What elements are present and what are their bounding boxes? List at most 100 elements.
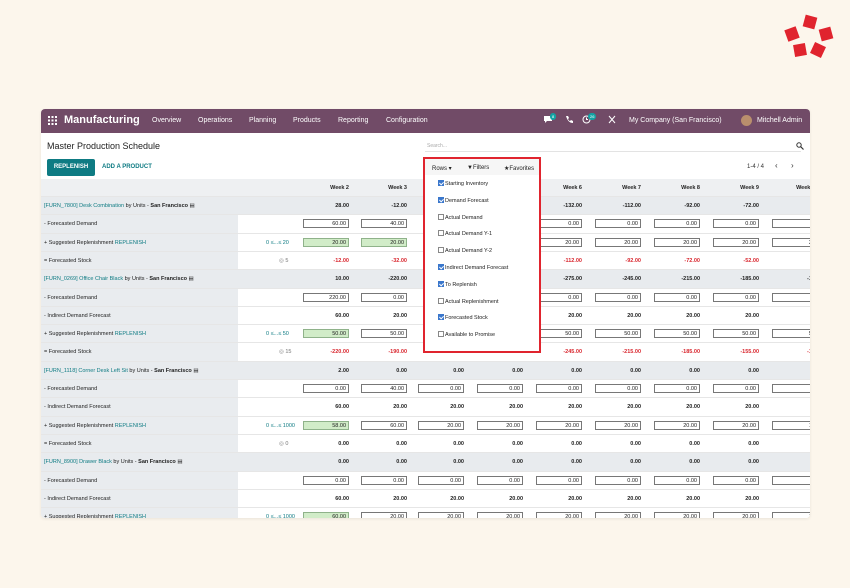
quantity-input[interactable]: 0.00 — [713, 219, 759, 229]
search-input[interactable]: Search... — [427, 143, 447, 149]
quantity-input[interactable]: 0.00 — [418, 475, 464, 485]
quantity-input[interactable]: 20.00 — [713, 237, 759, 247]
replenish-button[interactable]: REPLENISH — [47, 159, 95, 176]
quantity-input[interactable]: 20 — [772, 237, 810, 247]
row-replenish-link[interactable]: REPLENISH — [115, 331, 146, 337]
product-code[interactable]: [FURN_7800] — [44, 203, 78, 209]
quantity-input[interactable]: 20.00 — [361, 237, 407, 247]
quantity-input[interactable]: 60.00 — [361, 420, 407, 430]
row-replenish-link[interactable]: REPLENISH — [115, 514, 146, 518]
menu-reporting[interactable]: Reporting — [338, 117, 368, 124]
pager-value[interactable]: 1-4 / 4 — [747, 164, 764, 170]
product-name[interactable]: Desk Combination — [79, 203, 124, 209]
min-max-range[interactable]: 0 ≤...≤ 50 — [266, 331, 289, 337]
menu-operations[interactable]: Operations — [198, 117, 232, 124]
menu-planning[interactable]: Planning — [249, 117, 276, 124]
quantity-input[interactable]: 0.00 — [303, 475, 349, 485]
quantity-input[interactable]: 0.00 — [654, 219, 700, 229]
quantity-input[interactable]: 20.00 — [654, 512, 700, 518]
quantity-input[interactable]: 0 — [772, 384, 810, 393]
quantity-input[interactable]: 0.00 — [595, 475, 641, 485]
quantity-input[interactable]: 50.00 — [654, 329, 700, 339]
quantity-input[interactable]: 20.00 — [477, 512, 523, 518]
quantity-input[interactable]: 60.00 — [303, 219, 349, 229]
product-name[interactable]: Drawer Black — [79, 459, 112, 465]
search-icon[interactable] — [796, 142, 804, 150]
quantity-input[interactable]: 20.00 — [713, 512, 759, 518]
row-replenish-link[interactable]: REPLENISH — [115, 240, 146, 246]
rows-dropdown-favorites-button[interactable]: ★Favorites — [504, 165, 534, 172]
quantity-input[interactable]: 17 — [772, 420, 810, 430]
quantity-input[interactable]: 0.00 — [418, 384, 464, 393]
product-label[interactable]: [FURN_8900] Drawer Black by Units - San … — [44, 459, 183, 465]
quantity-input[interactable]: 0.00 — [713, 384, 759, 393]
checkbox[interactable] — [438, 213, 444, 220]
quantity-input[interactable]: 20.00 — [654, 237, 700, 247]
quantity-input[interactable]: 0.00 — [654, 384, 700, 393]
checkbox[interactable] — [438, 264, 444, 270]
quantity-input[interactable]: 50.00 — [713, 329, 759, 339]
quantity-input[interactable]: 0.00 — [595, 384, 641, 393]
quantity-input[interactable]: 0.00 — [595, 219, 641, 229]
product-code[interactable]: [FURN_8900] — [44, 459, 78, 465]
checkbox[interactable] — [438, 314, 444, 321]
quantity-input[interactable]: 0.00 — [536, 384, 582, 393]
quantity-input[interactable]: 20.00 — [654, 420, 700, 430]
apps-grid-icon[interactable] — [48, 116, 57, 125]
user-menu[interactable]: Mitchell Admin — [757, 117, 802, 124]
min-max-range[interactable]: 0 ≤...≤ 20 — [266, 240, 289, 246]
quantity-input[interactable]: 40.00 — [361, 219, 407, 229]
quantity-input[interactable]: 20.00 — [595, 420, 641, 430]
checkbox[interactable] — [438, 180, 444, 186]
quantity-input[interactable]: 50.00 — [536, 329, 582, 339]
product-detail-icon[interactable]: ▤ — [193, 368, 198, 374]
quantity-input[interactable]: 50.00 — [361, 329, 407, 339]
quantity-input[interactable]: 0.00 — [477, 475, 523, 485]
quantity-input[interactable]: 20.00 — [536, 420, 582, 430]
product-code[interactable]: [FURN_0269] — [44, 276, 78, 282]
row-replenish-link[interactable]: REPLENISH — [115, 423, 146, 429]
product-label[interactable]: [FURN_1118] Corner Desk Left Sit by Unit… — [44, 368, 199, 374]
quantity-input[interactable]: 0 — [772, 219, 810, 229]
quantity-input[interactable]: 60.00 — [303, 512, 349, 518]
pager-previous-button[interactable]: ‹ — [775, 161, 778, 170]
quantity-input[interactable]: 0.00 — [536, 475, 582, 485]
add-product-button[interactable]: ADD A PRODUCT — [102, 164, 152, 170]
quantity-input[interactable]: 50.00 — [595, 329, 641, 339]
min-max-range[interactable]: 0 ≤...≤ 1000 — [266, 423, 295, 429]
quantity-input[interactable]: 20.00 — [361, 512, 407, 518]
user-avatar[interactable] — [741, 115, 752, 126]
product-name[interactable]: Office Chair Black — [79, 276, 123, 282]
quantity-input[interactable]: 20.00 — [536, 512, 582, 518]
pager-next-button[interactable]: › — [791, 161, 794, 170]
quantity-input[interactable]: 20.00 — [477, 420, 523, 430]
quantity-input[interactable]: 20.00 — [418, 420, 464, 430]
checkbox[interactable] — [438, 331, 444, 338]
quantity-input[interactable]: 50.00 — [303, 329, 349, 339]
company-switcher[interactable]: My Company (San Francisco) — [629, 117, 722, 124]
phone-icon[interactable] — [565, 115, 573, 124]
checkbox[interactable] — [438, 297, 444, 304]
checkbox[interactable] — [438, 196, 444, 203]
product-label[interactable]: [FURN_0269] Office Chair Black by Units … — [44, 276, 194, 282]
checkbox[interactable] — [438, 247, 444, 254]
quantity-input[interactable]: 0.00 — [713, 292, 759, 302]
quantity-input[interactable]: 0.00 — [654, 292, 700, 302]
quantity-input[interactable]: 0.00 — [595, 292, 641, 302]
menu-overview[interactable]: Overview — [152, 117, 181, 124]
min-max-range[interactable]: 0 ≤...≤ 1000 — [266, 514, 295, 518]
product-detail-icon[interactable]: ▤ — [189, 276, 194, 282]
rows-dropdown-filters-button[interactable]: ▼Filters — [467, 165, 489, 171]
quantity-input[interactable]: 0.00 — [361, 475, 407, 485]
quantity-input[interactable]: 0.00 — [361, 292, 407, 302]
app-name[interactable]: Manufacturing — [64, 114, 140, 126]
product-detail-icon[interactable]: ▤ — [190, 203, 195, 209]
debug-tools-icon[interactable] — [608, 115, 616, 124]
quantity-input[interactable]: 0.00 — [536, 292, 582, 302]
quantity-input[interactable]: 220.00 — [303, 292, 349, 302]
product-name[interactable]: Corner Desk Left Sit — [78, 368, 128, 374]
quantity-input[interactable]: 0.00 — [303, 384, 349, 393]
quantity-input[interactable]: 20.00 — [418, 512, 464, 518]
checkbox[interactable] — [438, 280, 444, 287]
checkbox[interactable] — [438, 230, 444, 237]
